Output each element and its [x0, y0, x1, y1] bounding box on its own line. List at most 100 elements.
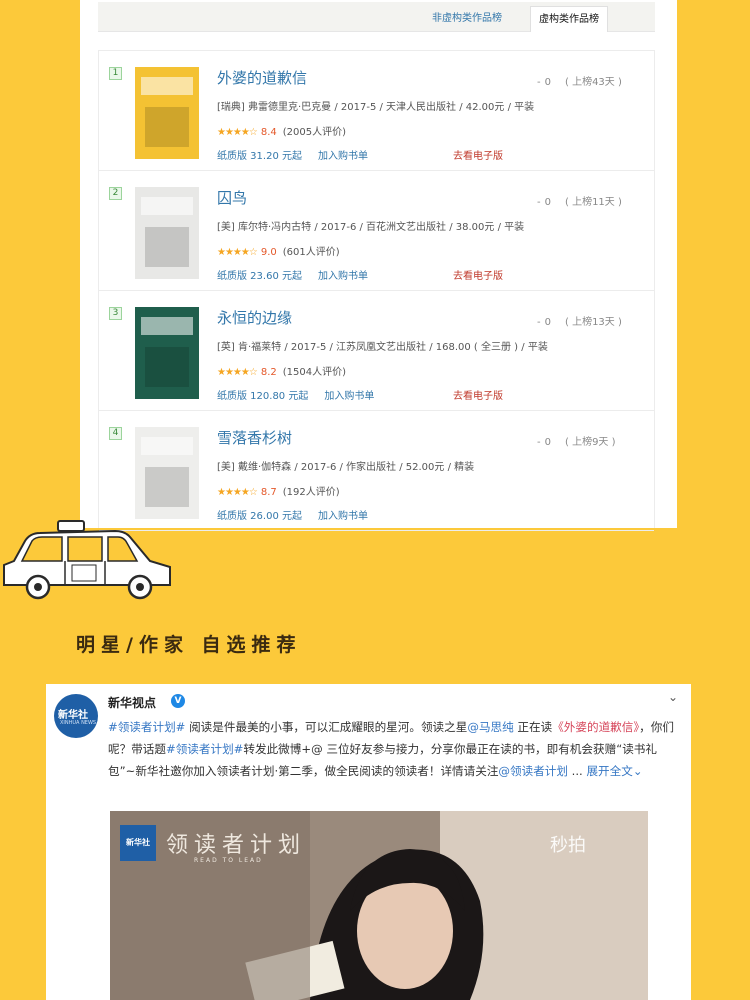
rank-badge: 3	[109, 307, 122, 320]
cover-art	[141, 437, 193, 507]
rank-change: -0 ( 上榜9天 )	[537, 433, 616, 448]
ebook-link[interactable]: 去看电子版	[453, 387, 503, 402]
weeks-on-list: ( 上榜11天 )	[564, 197, 622, 208]
weeks-on-list: ( 上榜9天 )	[564, 437, 616, 448]
book-item: 2 囚鸟 [美] 库尔特·冯内古特 / 2017-6 / 百花洲文艺出版社 / …	[99, 171, 654, 291]
rank-change-icon: -	[537, 317, 541, 328]
rating-stars-icon: ★★★★☆	[217, 127, 258, 138]
book-cover[interactable]	[135, 187, 199, 279]
paper-price-link[interactable]: 纸质版 23.60 元起	[217, 271, 302, 282]
rating-stars-icon: ★★★★☆	[217, 247, 258, 258]
book-meta: [瑞典] 弗雷德里克·巴克曼 / 2017-5 / 天津人民出版社 / 42.0…	[217, 102, 535, 113]
book-meta: [英] 肯·福莱特 / 2017-5 / 江苏凤凰文艺出版社 / 168.00 …	[217, 342, 548, 353]
rating-stars-icon: ★★★★☆	[217, 367, 258, 378]
rank-change-value: 0	[544, 77, 551, 88]
book-title[interactable]: 永恒的边缘	[217, 307, 292, 328]
video-player[interactable]: 新华社 领读者计划 READ TO LEAD 秒拍	[110, 811, 648, 1000]
rating-score: 9.0	[260, 247, 277, 258]
rating-votes: (1504人评价)	[282, 367, 346, 378]
rank-change-value: 0	[544, 437, 551, 448]
book-links: 纸质版 26.00 元起 加入购书单	[217, 507, 384, 522]
rank-badge: 4	[109, 427, 122, 440]
rank-change-value: 0	[544, 317, 551, 328]
chevron-down-icon[interactable]: ⌄	[668, 690, 678, 704]
cover-art	[141, 197, 193, 267]
rank-change: -0 ( 上榜13天 )	[537, 313, 622, 328]
avatar-subtext: XINHUA NEWS	[60, 720, 97, 726]
rating-score: 8.7	[260, 487, 277, 498]
book-cover[interactable]	[135, 307, 199, 399]
rank-badge: 1	[109, 67, 122, 80]
book-rating: ★★★★☆ 8.7 (192人评价)	[217, 483, 340, 498]
add-to-list-link[interactable]: 加入购书单	[324, 391, 374, 402]
add-to-list-link[interactable]: 加入购书单	[318, 271, 368, 282]
verified-badge-icon: V	[171, 694, 185, 708]
weibo-card: 新华社 XINHUA NEWS 新华视点 V ⌄ #领读者计划# 阅读是件最美的…	[46, 684, 691, 1000]
video-logo: 新华社	[120, 825, 156, 861]
ranking-panel: 非虚构类作品榜 虚构类作品榜 1 外婆的道歉信 [瑞典] 弗雷德里克·巴克曼 /…	[80, 0, 677, 531]
post-tag-link[interactable]: #领读者计划#	[166, 742, 243, 756]
post-mention-link[interactable]: @马思纯	[467, 720, 513, 734]
weeks-on-list: ( 上榜13天 )	[564, 317, 622, 328]
cover-art	[141, 77, 193, 147]
book-links: 纸质版 31.20 元起 加入购书单 去看电子版	[217, 147, 503, 162]
book-rating: ★★★★☆ 8.2 (1504人评价)	[217, 363, 346, 378]
add-to-list-link[interactable]: 加入购书单	[318, 151, 368, 162]
post-tag-link[interactable]: #领读者计划#	[108, 720, 185, 734]
cover-art	[141, 317, 193, 387]
book-meta: [美] 库尔特·冯内古特 / 2017-6 / 百花洲文艺出版社 / 38.00…	[217, 222, 525, 233]
add-to-list-link[interactable]: 加入购书单	[318, 511, 368, 522]
book-links: 纸质版 120.80 元起 加入购书单 去看电子版	[217, 387, 503, 402]
ranking-tabs: 非虚构类作品榜 虚构类作品榜	[98, 2, 655, 32]
taxi-illustration	[3, 520, 171, 600]
paper-price-link[interactable]: 纸质版 26.00 元起	[217, 511, 302, 522]
post-text-segment: 阅读是件最美的小事，可以汇成耀眼的星河。领读之星	[185, 720, 468, 734]
book-links: 纸质版 23.60 元起 加入购书单 去看电子版	[217, 267, 503, 282]
book-title[interactable]: 囚鸟	[217, 187, 247, 208]
rank-change-icon: -	[537, 197, 541, 208]
rank-badge: 2	[109, 187, 122, 200]
book-cover[interactable]	[135, 67, 199, 159]
book-item: 3 永恒的边缘 [英] 肯·福莱特 / 2017-5 / 江苏凤凰文艺出版社 /…	[99, 291, 654, 411]
book-title[interactable]: 雪落香杉树	[217, 427, 292, 448]
rating-score: 8.2	[260, 367, 277, 378]
book-item: 4 雪落香杉树 [美] 戴维·伽特森 / 2017-6 / 作家出版社 / 52…	[99, 411, 654, 531]
rank-change: -0 ( 上榜11天 )	[537, 193, 622, 208]
avatar[interactable]: 新华社 XINHUA NEWS	[54, 694, 98, 738]
rating-votes: (2005人评价)	[282, 127, 346, 138]
rank-change-value: 0	[544, 197, 551, 208]
video-brand-title: 领读者计划	[166, 833, 307, 858]
post-text-segment: 正在读	[513, 720, 553, 734]
post-text-segment: ...	[568, 764, 587, 778]
rating-score: 8.4	[260, 127, 277, 138]
rank-change-icon: -	[537, 437, 541, 448]
miaopai-watermark: 秒拍	[550, 835, 586, 856]
weeks-on-list: ( 上榜43天 )	[564, 77, 622, 88]
book-meta: [美] 戴维·伽特森 / 2017-6 / 作家出版社 / 52.00元 / 精…	[217, 462, 475, 473]
paper-price-link[interactable]: 纸质版 31.20 元起	[217, 151, 302, 162]
book-item: 1 外婆的道歉信 [瑞典] 弗雷德里克·巴克曼 / 2017-5 / 天津人民出…	[99, 51, 654, 171]
book-rating: ★★★★☆ 8.4 (2005人评价)	[217, 123, 346, 138]
video-brand-subtitle: READ TO LEAD	[194, 857, 263, 864]
post-mention-link[interactable]: 展开全文	[586, 764, 632, 778]
ebook-link[interactable]: 去看电子版	[453, 267, 503, 282]
username[interactable]: 新华视点	[108, 694, 156, 711]
rating-votes: (192人评价)	[282, 487, 340, 498]
expand-chevron-icon[interactable]: ⌄	[633, 764, 643, 778]
post-red-link[interactable]: 《外婆的道歉信》	[552, 720, 639, 734]
paper-price-link[interactable]: 纸质版 120.80 元起	[217, 391, 308, 402]
book-list: 1 外婆的道歉信 [瑞典] 弗雷德里克·巴克曼 / 2017-5 / 天津人民出…	[98, 50, 655, 531]
post-mention-link[interactable]: @领读者计划	[498, 764, 568, 778]
rating-stars-icon: ★★★★☆	[217, 487, 258, 498]
rating-votes: (601人评价)	[282, 247, 340, 258]
post-text: #领读者计划# 阅读是件最美的小事，可以汇成耀眼的星河。领读之星@马思纯 正在读…	[108, 716, 684, 782]
book-cover[interactable]	[135, 427, 199, 519]
book-rating: ★★★★☆ 9.0 (601人评价)	[217, 243, 340, 258]
section-title: 明星/作家 自选推荐	[76, 634, 302, 656]
avatar-text: 新华社	[58, 710, 88, 721]
tab-fiction[interactable]: 虚构类作品榜	[530, 6, 608, 32]
tab-nonfiction[interactable]: 非虚构类作品榜	[424, 6, 510, 32]
ebook-link[interactable]: 去看电子版	[453, 147, 503, 162]
rank-change: -0 ( 上榜43天 )	[537, 73, 622, 88]
book-title[interactable]: 外婆的道歉信	[217, 67, 307, 88]
